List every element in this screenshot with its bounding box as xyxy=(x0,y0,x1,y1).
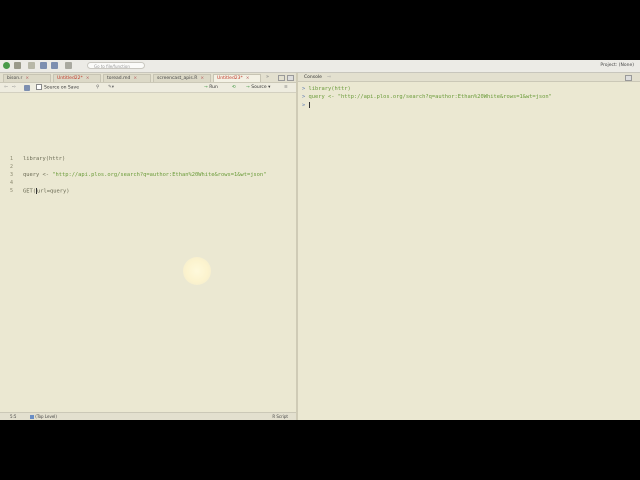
editor-tab-bar: bison.r × Untitled22* × toread.md × screenc… xyxy=(0,73,296,83)
run-button[interactable]: → Run xyxy=(204,84,218,91)
run-arrow-icon: → xyxy=(204,85,208,90)
console-prompt: > xyxy=(302,94,306,100)
close-icon[interactable]: × xyxy=(25,76,29,81)
project-menu[interactable]: Project: (None) xyxy=(600,63,634,68)
working-dir-icon[interactable]: ⇨ xyxy=(327,75,331,80)
editor-status-bar: 5:5 (Top Level) R Script xyxy=(0,412,296,420)
console-prompt: > xyxy=(302,102,306,109)
more-tabs-icon[interactable]: » xyxy=(266,74,269,80)
run-label: Run xyxy=(209,85,218,90)
source-on-save-label: Source on Save xyxy=(44,85,79,91)
minimize-pane-icon[interactable] xyxy=(278,75,285,81)
console-line: > query <- "http://api.plos.org/search?q… xyxy=(302,94,552,100)
maximize-console-icon[interactable] xyxy=(625,75,632,81)
print-icon[interactable] xyxy=(65,62,72,69)
forward-icon[interactable]: ⇨ xyxy=(12,84,16,91)
console-title: Console xyxy=(304,75,322,80)
go-to-file-input[interactable]: Go to file/function xyxy=(87,62,145,69)
source-on-save-toggle[interactable]: Source on Save xyxy=(36,84,79,91)
search-icon[interactable]: ⚲ xyxy=(96,84,99,91)
line-number: 1 xyxy=(10,156,14,162)
open-file-icon[interactable] xyxy=(28,62,35,69)
mouse-click-indicator xyxy=(183,257,211,285)
code-assignment: query <- xyxy=(23,172,53,178)
source-arrow-icon: → xyxy=(246,85,250,90)
code-string: "http://api.plos.org/search?q=author:Eth… xyxy=(52,172,267,178)
source-label: Source xyxy=(251,85,267,90)
save-icon[interactable] xyxy=(40,62,47,69)
console-pane: Console ⇨ > library(httr) > query <- "ht… xyxy=(298,73,640,420)
console-header: Console ⇨ xyxy=(298,73,640,82)
close-icon[interactable]: × xyxy=(86,76,90,81)
scope-selector[interactable]: (Top Level) xyxy=(30,413,57,420)
file-type-selector[interactable]: R Script xyxy=(272,413,288,420)
code-argument: url=query) xyxy=(36,188,70,195)
close-icon[interactable]: × xyxy=(246,76,250,81)
cursor-position: 5:5 xyxy=(10,414,17,419)
outline-icon[interactable]: ≡ xyxy=(284,84,288,91)
tab-screencast-apis[interactable]: screencast_apis.R × xyxy=(153,74,211,82)
tab-label: screencast_apis.R xyxy=(157,76,198,81)
source-pane: bison.r × Untitled22* × toread.md × screenc… xyxy=(0,73,298,420)
console-input-line[interactable]: > xyxy=(302,102,310,109)
console-code: query <- "http://api.plos.org/search?q=a… xyxy=(308,94,552,100)
tab-untitled22[interactable]: Untitled22* × xyxy=(53,74,101,82)
code-line-5[interactable]: GET(url=query) xyxy=(23,188,69,195)
tab-label: toread.md xyxy=(107,76,131,81)
tab-label: bison.r xyxy=(7,76,23,81)
scope-icon xyxy=(30,415,34,419)
console-prompt: > xyxy=(302,86,306,92)
tab-label: Untitled23* xyxy=(217,76,243,81)
console-code: library(httr) xyxy=(308,86,351,92)
console-line: > library(httr) xyxy=(302,86,351,92)
checkbox-icon xyxy=(36,84,42,90)
rstudio-window: Go to file/function Project: (None) biso… xyxy=(0,60,640,420)
code-line-1[interactable]: library(httr) xyxy=(23,156,65,162)
close-icon[interactable]: × xyxy=(200,76,204,81)
line-number: 5 xyxy=(10,188,14,194)
tab-toread[interactable]: toread.md × xyxy=(103,74,151,82)
save-all-icon[interactable] xyxy=(51,62,58,69)
line-number: 4 xyxy=(10,180,14,186)
save-file-icon[interactable] xyxy=(24,84,30,91)
tab-label: Untitled22* xyxy=(57,76,83,81)
tab-untitled23[interactable]: Untitled23* × xyxy=(213,74,261,82)
source-button[interactable]: → Source ▾ xyxy=(246,84,270,91)
wand-icon[interactable]: ✎▾ xyxy=(108,84,114,91)
tab-bison[interactable]: bison.r × xyxy=(3,74,51,82)
line-number: 2 xyxy=(10,164,14,170)
code-line-3[interactable]: query <- "http://api.plos.org/search?q=a… xyxy=(23,172,266,178)
editor-toolbar: ⇦ ⇨ Source on Save ⚲ ✎▾ → Run ⟲ → Source… xyxy=(0,83,296,93)
back-icon[interactable]: ⇦ xyxy=(4,84,8,91)
console-cursor xyxy=(308,102,310,108)
code-call: GET( xyxy=(23,188,36,195)
new-file-icon[interactable] xyxy=(3,62,10,69)
new-project-icon[interactable] xyxy=(14,62,21,69)
scope-label: (Top Level) xyxy=(35,414,57,419)
rerun-icon[interactable]: ⟲ xyxy=(232,84,236,91)
main-toolbar: Go to file/function Project: (None) xyxy=(0,60,640,73)
close-icon[interactable]: × xyxy=(133,76,137,81)
line-number: 3 xyxy=(10,172,14,178)
maximize-pane-icon[interactable] xyxy=(287,75,294,81)
